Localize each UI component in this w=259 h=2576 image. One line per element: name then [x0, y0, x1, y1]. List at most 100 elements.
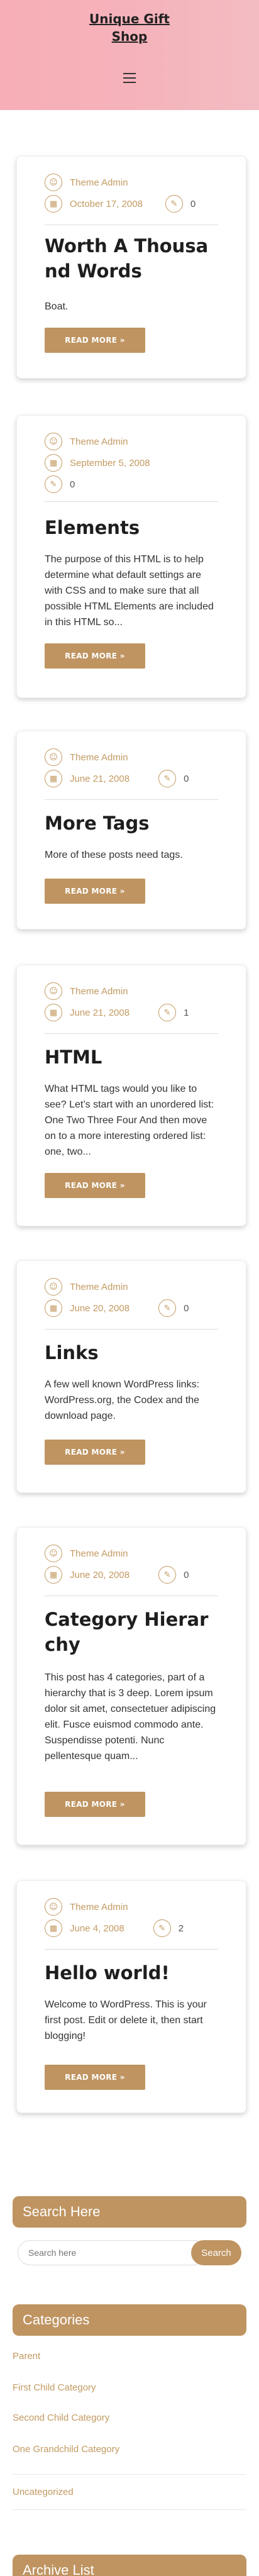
comment-count[interactable]: 0	[190, 199, 196, 209]
post-date-row: ▦ June 21, 2008 ✎ 1	[45, 1003, 189, 1022]
post-excerpt: More of these posts need tags.	[45, 850, 183, 860]
post-title[interactable]: Worth A Thousand Words	[45, 233, 218, 284]
post-card: ☺ Theme Admin ▦ October 17, 2008 ✎ 0 Wor…	[16, 156, 246, 379]
calendar-icon: ▦	[45, 454, 62, 472]
post-date-row: ▦ June 20, 2008 ✎ 0	[45, 1565, 189, 1584]
post-title[interactable]: Category Hierarchy	[45, 1607, 218, 1657]
read-more-button[interactable]: READ MORE »	[45, 879, 145, 904]
post-date-row: ▦ September 5, 2008	[45, 453, 150, 472]
read-more-button[interactable]: READ MORE »	[45, 643, 145, 669]
site-header: Unique Gift Shop	[0, 0, 259, 110]
post-date[interactable]: September 5, 2008	[70, 458, 150, 469]
comment-count[interactable]: 0	[184, 774, 189, 784]
comment-count[interactable]: 0	[70, 479, 75, 490]
post-author: ☺ Theme Admin	[45, 982, 128, 1001]
post-title[interactable]: Links	[45, 1340, 218, 1365]
post-title[interactable]: HTML	[45, 1045, 218, 1070]
user-icon: ☺	[45, 1898, 62, 1916]
divider	[45, 1033, 218, 1034]
post-excerpt: This post has 4 categories, part of a hi…	[45, 1672, 216, 1762]
comment-icon: ✎	[45, 475, 62, 493]
calendar-icon: ▦	[45, 1566, 62, 1584]
user-icon: ☺	[45, 1278, 62, 1296]
comment-icon: ✎	[153, 1919, 171, 1937]
category-item-first-child[interactable]: First Child Category	[13, 2382, 96, 2393]
post-date[interactable]: June 4, 2008	[70, 1923, 124, 1934]
user-icon: ☺	[45, 1545, 62, 1562]
calendar-icon: ▦	[45, 1299, 62, 1317]
comment-count[interactable]: 0	[184, 1570, 189, 1580]
post-card: ☺ Theme Admin ▦ June 20, 2008 ✎ 0 Links …	[16, 1260, 246, 1493]
category-item-uncategorized[interactable]: Uncategorized	[13, 2487, 74, 2497]
post-excerpt: A few well known WordPress links: WordPr…	[45, 1379, 200, 1421]
divider	[45, 1329, 218, 1330]
read-more-button[interactable]: READ MORE »	[45, 1173, 145, 1198]
post-title[interactable]: Hello world!	[45, 1960, 218, 1985]
category-item-second-child[interactable]: Second Child Category	[13, 2412, 109, 2423]
comment-count[interactable]: 1	[184, 1008, 189, 1018]
comment-icon: ✎	[158, 1004, 177, 1021]
user-icon: ☺	[45, 433, 62, 450]
comment-icon: ✎	[165, 195, 183, 213]
calendar-icon: ▦	[45, 770, 62, 787]
search-input[interactable]	[18, 2240, 197, 2265]
categories-widget-heading: Categories	[13, 2304, 246, 2336]
post-author: ☺ Theme Admin	[45, 432, 128, 451]
category-item-grandchild[interactable]: One Grandchild Category	[13, 2444, 119, 2455]
search-widget-heading: Search Here	[13, 2196, 246, 2228]
post-author: ☺ Theme Admin	[45, 1277, 128, 1296]
post-date-row: ▦ October 17, 2008 ✎ 0	[45, 194, 196, 213]
post-card: ☺ Theme Admin ▦ June 4, 2008 ✎ 2 Hello w…	[16, 1880, 246, 2113]
user-icon: ☺	[45, 174, 62, 191]
comment-icon: ✎	[158, 770, 177, 787]
post-author: ☺ Theme Admin	[45, 1544, 128, 1563]
calendar-icon: ▦	[45, 1004, 62, 1021]
post-excerpt: Boat.	[45, 301, 69, 312]
site-title[interactable]: Unique Gift Shop	[0, 10, 259, 45]
comment-count[interactable]: 0	[184, 1303, 189, 1314]
divider	[13, 2509, 246, 2510]
post-excerpt: What HTML tags would you like to see? Le…	[45, 1084, 214, 1157]
post-card: ☺ Theme Admin ▦ September 5, 2008 ✎ 0 El…	[16, 415, 246, 698]
archive-widget: Archive List	[13, 2555, 246, 2576]
post-author: ☺ Theme Admin	[45, 1897, 128, 1916]
user-icon: ☺	[45, 748, 62, 766]
comment-icon: ✎	[158, 1299, 177, 1317]
post-date[interactable]: June 20, 2008	[70, 1570, 130, 1580]
read-more-button[interactable]: READ MORE »	[45, 1792, 145, 1817]
category-item-parent[interactable]: Parent	[13, 2351, 40, 2362]
read-more-button[interactable]: READ MORE »	[45, 328, 145, 353]
post-date[interactable]: June 21, 2008	[70, 774, 130, 784]
post-comments-row: ✎ 0	[45, 475, 75, 494]
archive-widget-heading: Archive List	[13, 2555, 246, 2576]
user-icon: ☺	[45, 982, 62, 1000]
post-date[interactable]: June 21, 2008	[70, 1008, 130, 1018]
post-date-row: ▦ June 21, 2008 ✎ 0	[45, 769, 189, 788]
post-excerpt: Welcome to WordPress. This is your first…	[45, 1999, 207, 2041]
divider	[45, 1949, 218, 1950]
post-date-row: ▦ June 4, 2008 ✎ 2	[45, 1919, 184, 1938]
post-title[interactable]: More Tags	[45, 811, 218, 836]
comment-icon: ✎	[158, 1566, 177, 1584]
calendar-icon: ▦	[45, 195, 62, 213]
post-excerpt: The purpose of this HTML is to help dete…	[45, 554, 214, 628]
divider	[45, 799, 218, 800]
divider	[45, 501, 218, 502]
post-card: ☺ Theme Admin ▦ June 20, 2008 ✎ 0 Catego…	[16, 1527, 246, 1845]
post-date-row: ▦ June 20, 2008 ✎ 0	[45, 1299, 189, 1318]
search-button[interactable]: Search	[191, 2240, 241, 2265]
hamburger-icon[interactable]	[123, 73, 136, 83]
calendar-icon: ▦	[45, 1919, 62, 1937]
divider	[13, 2474, 246, 2475]
comment-count[interactable]: 2	[179, 1923, 184, 1934]
post-author: ☺ Theme Admin	[45, 748, 128, 767]
search-form: Search	[18, 2240, 241, 2265]
read-more-button[interactable]: READ MORE »	[45, 1440, 145, 1465]
post-date[interactable]: October 17, 2008	[70, 199, 143, 209]
categories-widget: Categories Parent First Child Category S…	[13, 2304, 246, 2512]
post-card: ☺ Theme Admin ▦ June 21, 2008 ✎ 0 More T…	[16, 731, 246, 930]
post-date[interactable]: June 20, 2008	[70, 1303, 130, 1314]
post-card: ☺ Theme Admin ▦ June 21, 2008 ✎ 1 HTML W…	[16, 965, 246, 1226]
post-title[interactable]: Elements	[45, 515, 218, 540]
read-more-button[interactable]: READ MORE »	[45, 2065, 145, 2090]
